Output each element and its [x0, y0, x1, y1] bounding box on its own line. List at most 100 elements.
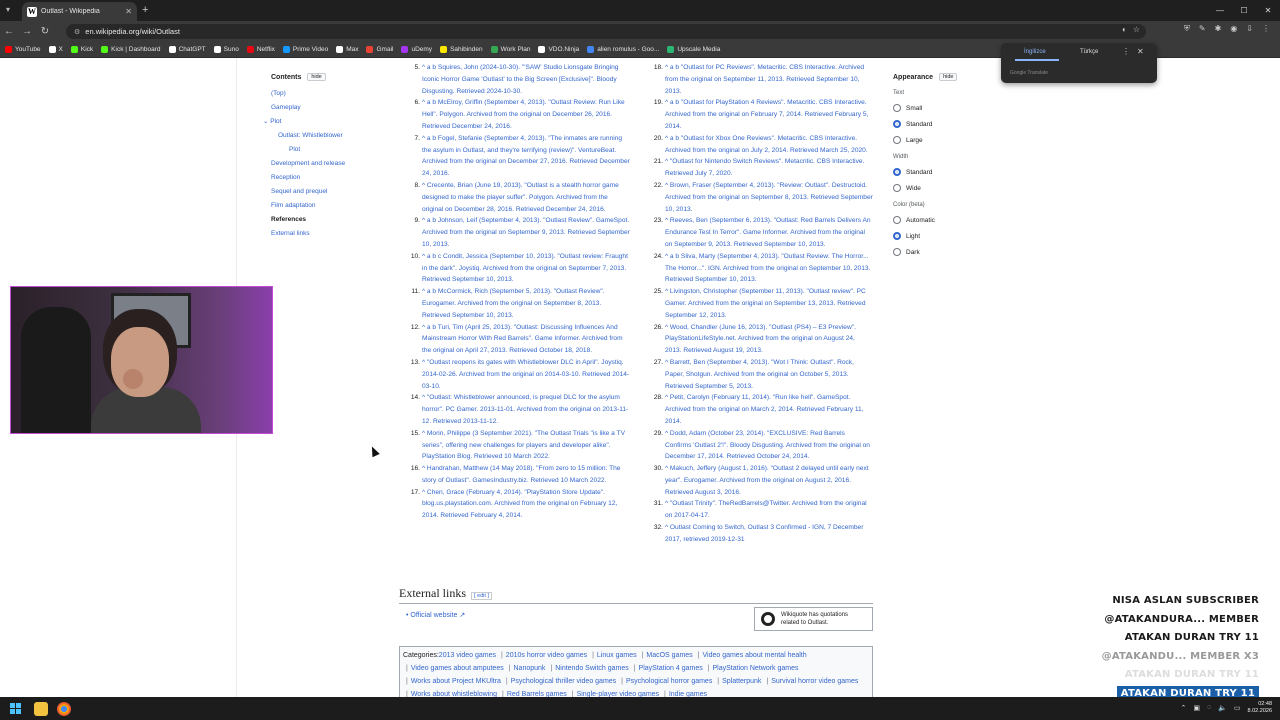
puzzle-extension-icon[interactable]: ✱ — [1215, 24, 1222, 34]
bookmark-item[interactable]: Kick — [70, 46, 93, 53]
bookmark-item[interactable]: Suno — [213, 46, 239, 53]
appearance-option[interactable]: Light — [893, 228, 1003, 244]
bookmark-item[interactable]: Work Plan — [490, 46, 530, 53]
toc-item[interactable]: Plot — [271, 143, 391, 157]
chrome-menu-icon[interactable]: ⋮ — [1262, 24, 1270, 34]
category-link[interactable]: Psychological thriller video games — [511, 678, 616, 685]
radio-button[interactable] — [893, 216, 901, 224]
radio-button[interactable] — [893, 168, 901, 176]
reference-text[interactable]: ^ Petit, Carolyn (February 11, 2014). "R… — [665, 394, 864, 425]
toc-item[interactable]: Development and release — [271, 157, 391, 171]
radio-button[interactable] — [893, 232, 901, 240]
radio-button[interactable] — [893, 120, 901, 128]
site-info-icon[interactable]: ⚙ — [74, 28, 80, 36]
category-link[interactable]: Nintendo Switch games — [555, 665, 629, 672]
category-link[interactable]: PlayStation Network games — [713, 665, 799, 672]
toc-item[interactable]: External links — [271, 227, 391, 241]
appearance-option[interactable]: Small — [893, 100, 1003, 116]
bookmark-item[interactable]: uDemy — [401, 46, 432, 53]
toc-item[interactable]: References — [271, 213, 391, 227]
bookmark-item[interactable]: X — [48, 46, 63, 53]
reference-text[interactable]: ^ a b Turi, Tim (April 25, 2013). "Outla… — [422, 324, 623, 355]
minimize-icon[interactable]: — — [1208, 0, 1232, 20]
reference-text[interactable]: ^ a b "Outlast for Xbox One Reviews". Me… — [665, 135, 868, 154]
category-link[interactable]: Splatterpunk — [722, 678, 761, 685]
categories-label[interactable]: Categories: — [403, 652, 439, 659]
category-link[interactable]: PlayStation 4 games — [639, 665, 703, 672]
bookmark-item[interactable]: Sahibinden — [440, 46, 483, 53]
shield-extension-icon[interactable]: ⛨ — [1184, 24, 1190, 34]
translate-icon[interactable]: ◐ — [1122, 25, 1127, 34]
appearance-option[interactable]: Standard — [893, 164, 1003, 180]
reference-text[interactable]: ^ Brown, Fraser (September 4, 2013). "Re… — [665, 182, 873, 213]
reference-text[interactable]: ^ "Outlast: Whistleblower announced, is … — [422, 394, 628, 425]
appearance-option[interactable]: Dark — [893, 244, 1003, 260]
category-link[interactable]: Nanopunk — [514, 665, 546, 672]
translate-menu-icon[interactable]: ⋮ — [1122, 47, 1130, 56]
reference-text[interactable]: ^ a b McCormick, Rich (September 5, 2013… — [422, 288, 605, 319]
network-icon[interactable]: ◌ — [1207, 704, 1211, 711]
reference-text[interactable]: ^ Crecente, Brian (June 19, 2013). "Outl… — [422, 182, 619, 213]
reference-text[interactable]: ^ Dodd, Adam (October 23, 2014). "EXCLUS… — [665, 430, 870, 461]
battery-icon[interactable]: ▭ — [1234, 704, 1241, 712]
category-link[interactable]: Psychological horror games — [626, 678, 712, 685]
tab-list-icon[interactable]: ▾ — [6, 5, 10, 14]
volume-icon[interactable]: 🔈 — [1218, 704, 1227, 712]
windows-start-icon[interactable] — [5, 699, 25, 719]
reference-text[interactable]: ^ a b Squires, John (2024-10-30). "'SAW'… — [422, 64, 618, 95]
wikiquote-box[interactable]: Wikiquote has quotations related to Outl… — [754, 607, 873, 631]
reference-text[interactable]: ^ a b "Outlast for PlayStation 4 Reviews… — [665, 99, 868, 130]
bookmark-item[interactable]: Gmail — [366, 46, 393, 53]
bookmark-item[interactable]: Max — [336, 46, 358, 53]
category-link[interactable]: Video games about amputees — [411, 665, 504, 672]
new-tab-icon[interactable]: + — [142, 4, 148, 16]
category-link[interactable]: Video games about mental health — [702, 652, 806, 659]
reference-text[interactable]: ^ Livingston, Christopher (September 11,… — [665, 288, 866, 319]
toc-item[interactable]: ⌄ Plot — [263, 115, 391, 129]
appearance-option[interactable]: Large — [893, 132, 1003, 148]
bookmark-item[interactable]: YouTube — [5, 46, 41, 53]
tab-close-icon[interactable]: ✕ — [125, 7, 132, 16]
back-icon[interactable]: ← — [0, 26, 18, 37]
radio-button[interactable] — [893, 184, 901, 192]
category-link[interactable]: MacOS games — [646, 652, 692, 659]
tray-app-icon[interactable]: ▣ — [1193, 704, 1200, 712]
toc-hide-button[interactable]: hide — [307, 73, 326, 81]
appearance-option[interactable]: Automatic — [893, 212, 1003, 228]
clock[interactable]: 02:48 8.02.2026 — [1248, 701, 1272, 714]
category-link[interactable]: 2013 video games — [439, 652, 496, 659]
radio-button[interactable] — [893, 104, 901, 112]
reference-text[interactable]: ^ Morin, Philippe (3 September 2021). "T… — [422, 430, 625, 461]
bookmark-item[interactable]: Kick | Dashboard — [101, 46, 161, 53]
close-window-icon[interactable]: ✕ — [1256, 0, 1280, 20]
forward-icon[interactable]: → — [18, 26, 36, 37]
reload-icon[interactable]: ↻ — [36, 26, 54, 37]
reference-text[interactable]: ^ Wood, Chandler (June 16, 2013). "Outla… — [665, 324, 856, 355]
category-link[interactable]: Linux games — [597, 652, 637, 659]
bookmark-item[interactable]: ChatGPT — [168, 46, 206, 53]
reference-text[interactable]: ^ a b "Outlast for PC Reviews". Metacrit… — [665, 64, 864, 95]
radio-button[interactable] — [893, 136, 901, 144]
maximize-icon[interactable]: ☐ — [1232, 0, 1256, 20]
bookmark-item[interactable]: Upscale Media — [667, 46, 720, 53]
address-bar[interactable]: ⚙ en.wikipedia.org/wiki/Outlast ◐ ☆ — [66, 24, 1146, 39]
bookmark-item[interactable]: Prime Video — [282, 46, 328, 53]
category-link[interactable]: Works about Project MKUltra — [411, 678, 501, 685]
toc-item[interactable]: Film adaptation — [271, 199, 391, 213]
bookmark-star-icon[interactable]: ☆ — [1133, 25, 1140, 34]
pen-extension-icon[interactable]: ✎ — [1199, 24, 1206, 34]
reference-text[interactable]: ^ Handrahan, Matthew (14 May 2018). "Fro… — [422, 465, 620, 484]
reference-text[interactable]: ^ "Outlast reopens its gates with Whistl… — [422, 359, 629, 390]
reference-text[interactable]: ^ Barrett, Ben (September 4, 2013). "Wot… — [665, 359, 854, 390]
appearance-hide-button[interactable]: hide — [939, 73, 958, 81]
translate-close-icon[interactable]: ✕ — [1137, 47, 1144, 56]
reference-text[interactable]: ^ a b McElroy, Griffin (September 4, 201… — [422, 99, 625, 130]
category-link[interactable]: Survival horror video games — [771, 678, 858, 685]
reference-text[interactable]: ^ a b Johnson, Leif (September 4, 2013).… — [422, 217, 630, 248]
profile-icon[interactable]: ◉ — [1230, 24, 1237, 34]
chrome-icon[interactable] — [57, 701, 71, 716]
reference-text[interactable]: ^ Outlast Coming to Switch, Outlast 3 Co… — [665, 524, 863, 543]
reference-text[interactable]: ^ "Outlast Trinity". TheRedBarrels@Twitt… — [665, 500, 867, 519]
toc-item[interactable]: Outlast: Whistleblower — [271, 129, 391, 143]
appearance-option[interactable]: Standard — [893, 116, 1003, 132]
